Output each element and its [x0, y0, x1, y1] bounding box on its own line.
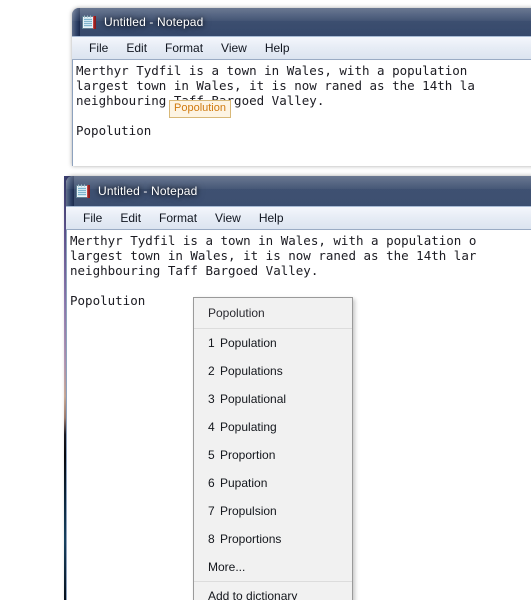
suggestion-item-2[interactable]: 2 Populations — [194, 357, 352, 385]
suggestion-number: 3 — [208, 392, 215, 406]
suggestion-item-3[interactable]: 3 Populational — [194, 385, 352, 413]
suggestion-label: Proportions — [220, 532, 282, 546]
suggestion-label: Pupation — [220, 476, 268, 490]
more-suggestions-item[interactable]: More... — [194, 553, 352, 581]
window-title-top: Untitled - Notepad — [104, 15, 204, 29]
suggestion-item-5[interactable]: 5 Proportion — [194, 441, 352, 469]
menu-item-help[interactable]: Help — [250, 210, 293, 227]
window-title-bottom: Untitled - Notepad — [98, 184, 198, 198]
suggestion-number: 4 — [208, 420, 215, 434]
menu-item-file[interactable]: File — [80, 40, 117, 57]
text-editor-top[interactable]: Merthyr Tydfil is a town in Wales, with … — [73, 60, 531, 138]
notepad-icon — [82, 15, 97, 30]
suggestion-item-4[interactable]: 4 Populating — [194, 413, 352, 441]
menu-item-help[interactable]: Help — [256, 40, 299, 57]
suggestion-label: Populational — [220, 392, 287, 406]
suggestion-number: 7 — [208, 504, 215, 518]
notepad-window-top[interactable]: Untitled - Notepad File Edit Format View… — [72, 8, 531, 166]
spellcheck-context-menu[interactable]: Popolution 1 Population 2 Populations 3 Pop… — [193, 297, 353, 600]
suggestion-number: 5 — [208, 448, 215, 462]
add-to-dictionary-item[interactable]: Add to dictionary — [194, 582, 352, 600]
suggestion-label: Population — [220, 336, 277, 350]
titlebar-bottom[interactable]: Untitled - Notepad — [66, 176, 531, 206]
menu-item-file[interactable]: File — [74, 210, 111, 227]
menu-item-view[interactable]: View — [206, 210, 250, 227]
menu-item-edit[interactable]: Edit — [111, 210, 150, 227]
menu-item-format[interactable]: Format — [156, 40, 212, 57]
notepad-icon — [76, 184, 91, 199]
client-area-top: Merthyr Tydfil is a town in Wales, with … — [72, 60, 531, 166]
suggestion-number: 2 — [208, 364, 215, 378]
suggestion-number: 1 — [208, 336, 215, 350]
screen: Untitled - Notepad File Edit Format View… — [0, 0, 531, 600]
suggestion-item-6[interactable]: 6 Pupation — [194, 469, 352, 497]
menubar-top[interactable]: File Edit Format View Help — [72, 36, 531, 60]
menu-item-format[interactable]: Format — [150, 210, 206, 227]
titlebar-top[interactable]: Untitled - Notepad — [72, 8, 531, 36]
suggestion-label: Proportion — [220, 448, 276, 462]
spelling-tooltip: Popolution — [169, 100, 231, 118]
suggestion-number: 8 — [208, 532, 215, 546]
suggestion-number: 6 — [208, 476, 215, 490]
suggestion-item-8[interactable]: 8 Proportions — [194, 525, 352, 553]
menu-item-edit[interactable]: Edit — [117, 40, 156, 57]
suggestion-label: Populating — [220, 420, 277, 434]
menu-item-view[interactable]: View — [212, 40, 256, 57]
suggestion-label: Propulsion — [220, 504, 277, 518]
context-menu-header: Popolution — [208, 306, 265, 320]
menubar-bottom[interactable]: File Edit Format View Help — [66, 206, 531, 230]
suggestion-label: Populations — [220, 364, 283, 378]
suggestion-item-7[interactable]: 7 Propulsion — [194, 497, 352, 525]
suggestion-item-1[interactable]: 1 Population — [194, 329, 352, 357]
